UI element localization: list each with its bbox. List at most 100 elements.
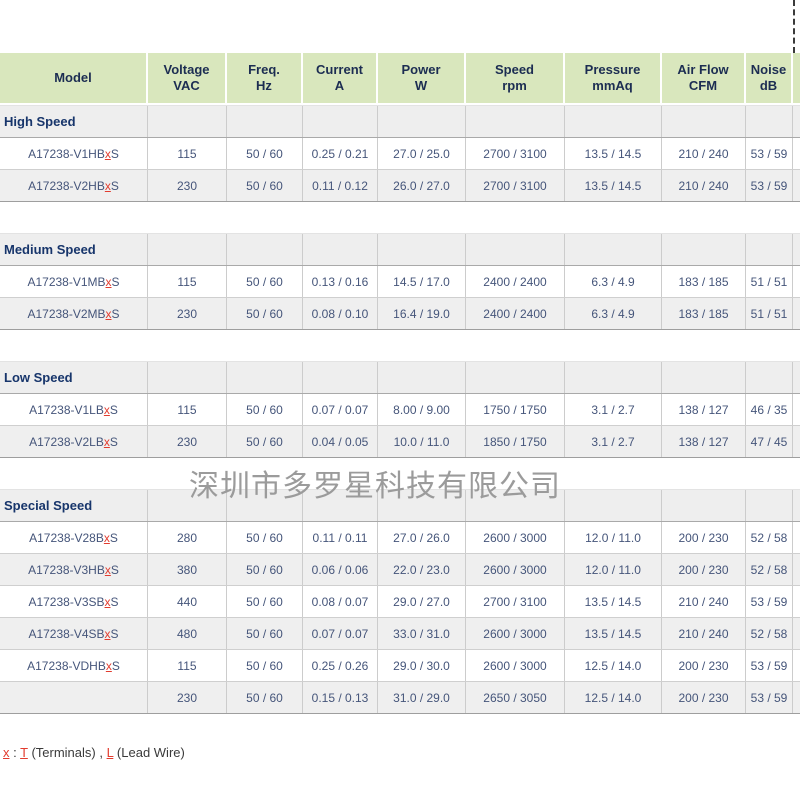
col-header-line1: Current: [316, 62, 363, 78]
current-cell: 0.11 / 0.12: [303, 170, 378, 201]
current-cell: 0.15 / 0.13: [303, 682, 378, 713]
clipped-cell: [793, 586, 800, 617]
speed-cell: 2600 / 3000: [466, 618, 565, 649]
speed-cell: 2400 / 2400: [466, 298, 565, 329]
table-header-row: Model Voltage VAC Freq. Hz Current A Pow…: [0, 53, 800, 103]
voltage-cell: 230: [148, 170, 227, 201]
pressure-cell: 13.5 / 14.5: [565, 170, 662, 201]
col-header-line2: dB: [760, 78, 777, 94]
col-header-line2: VAC: [173, 78, 199, 94]
table-row: A17238-V3HBxS 380 50 / 60 0.06 / 0.06 22…: [0, 553, 800, 585]
power-cell: 22.0 / 23.0: [378, 554, 466, 585]
voltage-cell: 115: [148, 650, 227, 681]
model-prefix: A17238-V1LB: [29, 403, 104, 417]
current-cell: 0.08 / 0.10: [303, 298, 378, 329]
current-cell: 0.25 / 0.21: [303, 138, 378, 169]
freq-cell: 50 / 60: [227, 586, 303, 617]
noise-cell: 53 / 59: [746, 650, 793, 681]
noise-cell: 51 / 51: [746, 266, 793, 297]
model-prefix: A17238-V3SB: [28, 595, 104, 609]
power-cell: 16.4 / 19.0: [378, 298, 466, 329]
voltage-cell: 380: [148, 554, 227, 585]
col-header-line1: Model: [54, 70, 92, 86]
pressure-cell: 6.3 / 4.9: [565, 266, 662, 297]
model-prefix: A17238-V2LB: [29, 435, 104, 449]
freq-cell: 50 / 60: [227, 394, 303, 425]
power-cell: 27.0 / 25.0: [378, 138, 466, 169]
col-header-pressure: Pressure mmAq: [565, 53, 662, 103]
table-row: A17238-V2LBxS 230 50 / 60 0.04 / 0.05 10…: [0, 425, 800, 457]
model-cell: A17238-V4SBxS: [0, 618, 148, 649]
noise-cell: 53 / 59: [746, 170, 793, 201]
speed-section-block: High Speed A17238-V1HBxS 115 50 / 60 0.2…: [0, 105, 800, 202]
model-cell: A17238-VDHBxS: [0, 650, 148, 681]
clipped-cell: [793, 682, 800, 713]
power-cell: 31.0 / 29.0: [378, 682, 466, 713]
voltage-cell: 115: [148, 266, 227, 297]
model-suffix: S: [112, 307, 120, 321]
table-body: High Speed A17238-V1HBxS 115 50 / 60 0.2…: [0, 105, 800, 714]
model-suffix: S: [112, 659, 120, 673]
noise-cell: 47 / 45: [746, 426, 793, 457]
col-header-speed: Speed rpm: [466, 53, 565, 103]
power-cell: 26.0 / 27.0: [378, 170, 466, 201]
pressure-cell: 13.5 / 14.5: [565, 138, 662, 169]
speed-section-block: Special Speed A17238-V28BxS 280 50 / 60 …: [0, 489, 800, 714]
airflow-cell: 210 / 240: [662, 618, 746, 649]
model-suffix: S: [110, 531, 118, 545]
pressure-cell: 6.3 / 4.9: [565, 298, 662, 329]
airflow-cell: 210 / 240: [662, 170, 746, 201]
model-prefix: A17238-V2MB: [27, 307, 105, 321]
table-row: A17238-V2HBxS 230 50 / 60 0.11 / 0.12 26…: [0, 169, 800, 201]
section-header-row: Medium Speed: [0, 233, 800, 266]
noise-cell: 52 / 58: [746, 522, 793, 553]
clipped-cell: [793, 170, 800, 201]
airflow-cell: 183 / 185: [662, 266, 746, 297]
speed-section-block: Medium Speed A17238-V1MBxS 115 50 / 60 0…: [0, 233, 800, 330]
clipped-cell: [793, 522, 800, 553]
model-suffix: S: [110, 403, 118, 417]
model-cell: A17238-V3HBxS: [0, 554, 148, 585]
model-prefix: A17238-V1MB: [27, 275, 105, 289]
current-cell: 0.07 / 0.07: [303, 394, 378, 425]
pressure-cell: 12.5 / 14.0: [565, 682, 662, 713]
footnote-terminals-code: T: [20, 745, 28, 760]
freq-cell: 50 / 60: [227, 618, 303, 649]
col-header-line2: CFM: [689, 78, 717, 94]
model-suffix: S: [111, 147, 119, 161]
airflow-cell: 138 / 127: [662, 426, 746, 457]
model-cell: A17238-V1LBxS: [0, 394, 148, 425]
model-cell: [0, 682, 148, 713]
col-header-line2: A: [335, 78, 344, 94]
section-title: Medium Speed: [0, 242, 96, 257]
current-cell: 0.06 / 0.06: [303, 554, 378, 585]
table-row: 230 50 / 60 0.15 / 0.13 31.0 / 29.0 2650…: [0, 681, 800, 713]
col-header-line2: W: [415, 78, 427, 94]
col-header-model: Model: [0, 53, 148, 103]
clipped-cell: [793, 138, 800, 169]
speed-cell: 2700 / 3100: [466, 586, 565, 617]
fan-spec-table: Model Voltage VAC Freq. Hz Current A Pow…: [0, 53, 800, 760]
clipped-cell: [793, 554, 800, 585]
noise-cell: 53 / 59: [746, 682, 793, 713]
table-row: A17238-V4SBxS 480 50 / 60 0.07 / 0.07 33…: [0, 617, 800, 649]
col-header-line1: Voltage: [164, 62, 210, 78]
noise-cell: 53 / 59: [746, 586, 793, 617]
power-cell: 29.0 / 30.0: [378, 650, 466, 681]
col-header-line1: Freq.: [248, 62, 280, 78]
speed-cell: 2700 / 3100: [466, 170, 565, 201]
pressure-cell: 13.5 / 14.5: [565, 618, 662, 649]
freq-cell: 50 / 60: [227, 266, 303, 297]
freq-cell: 50 / 60: [227, 170, 303, 201]
speed-cell: 2650 / 3050: [466, 682, 565, 713]
speed-cell: 1750 / 1750: [466, 394, 565, 425]
airflow-cell: 200 / 230: [662, 522, 746, 553]
power-cell: 27.0 / 26.0: [378, 522, 466, 553]
freq-cell: 50 / 60: [227, 522, 303, 553]
freq-cell: 50 / 60: [227, 650, 303, 681]
table-row: A17238-V28BxS 280 50 / 60 0.11 / 0.11 27…: [0, 522, 800, 553]
airflow-cell: 183 / 185: [662, 298, 746, 329]
footnote-terminals-label: (Terminals) ,: [28, 745, 107, 760]
freq-cell: 50 / 60: [227, 554, 303, 585]
current-cell: 0.13 / 0.16: [303, 266, 378, 297]
